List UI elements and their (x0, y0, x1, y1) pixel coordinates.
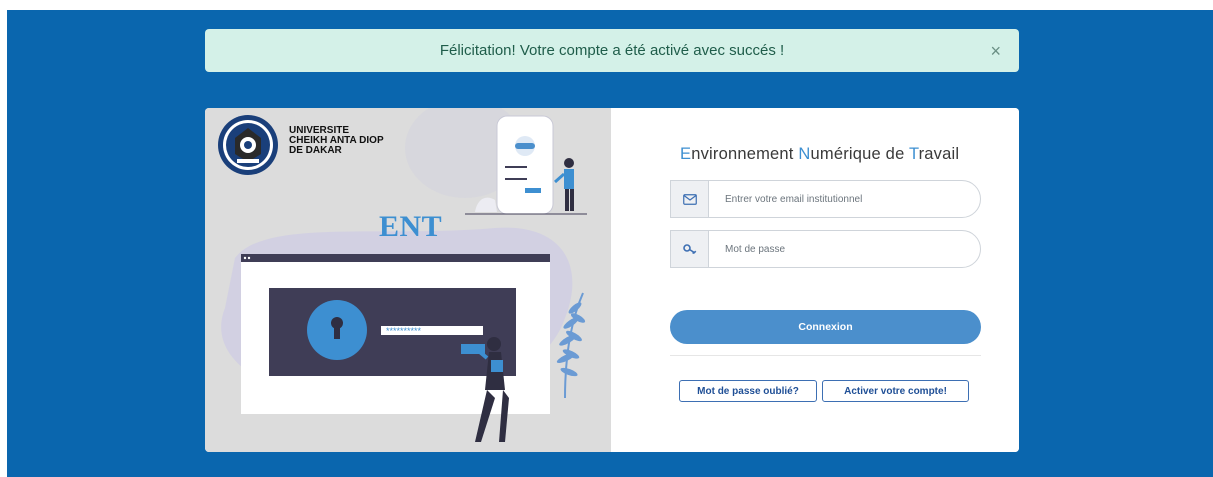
login-card: ********** UNIVERSITE CHEIKH ANTA DIOP D… (205, 108, 1019, 452)
login-form: Environnement Numérique de Travail Conne… (611, 108, 1019, 452)
password-input[interactable] (709, 231, 980, 267)
login-button[interactable]: Connexion (670, 310, 981, 344)
title-part-3: ravail (918, 145, 960, 163)
forgot-password-button[interactable]: Mot de passe oublié? (679, 380, 817, 402)
success-alert: Félicitation! Votre compte a été activé … (205, 29, 1019, 72)
login-title: Environnement Numérique de Travail (680, 145, 959, 164)
password-input-group (670, 230, 981, 268)
key-icon (671, 231, 709, 267)
password-mask: ********** (386, 326, 422, 336)
title-initial-n: N (798, 145, 811, 163)
email-input-group (670, 180, 981, 218)
ent-heading: ENT (379, 210, 443, 243)
university-name: UNIVERSITE CHEIKH ANTA DIOP DE DAKAR (289, 126, 384, 156)
illustration-panel: ********** UNIVERSITE CHEIKH ANTA DIOP D… (205, 108, 611, 452)
alert-message: Félicitation! Votre compte a été activé … (439, 42, 785, 59)
university-logo: UNIVERSITE CHEIKH ANTA DIOP DE DAKAR (217, 114, 384, 176)
title-initial-t: T (908, 145, 919, 163)
close-icon[interactable]: × (990, 42, 1001, 60)
divider (670, 355, 981, 356)
envelope-icon (671, 181, 709, 217)
title-part-1: nvironnement (691, 145, 799, 163)
title-initial-e: E (680, 145, 692, 163)
title-part-2: umérique de (810, 145, 909, 163)
university-seal-icon (218, 115, 278, 175)
activate-account-button[interactable]: Activer votre compte! (822, 380, 969, 402)
university-name-line3: DE DAKAR (289, 145, 342, 156)
email-input[interactable] (709, 181, 980, 217)
